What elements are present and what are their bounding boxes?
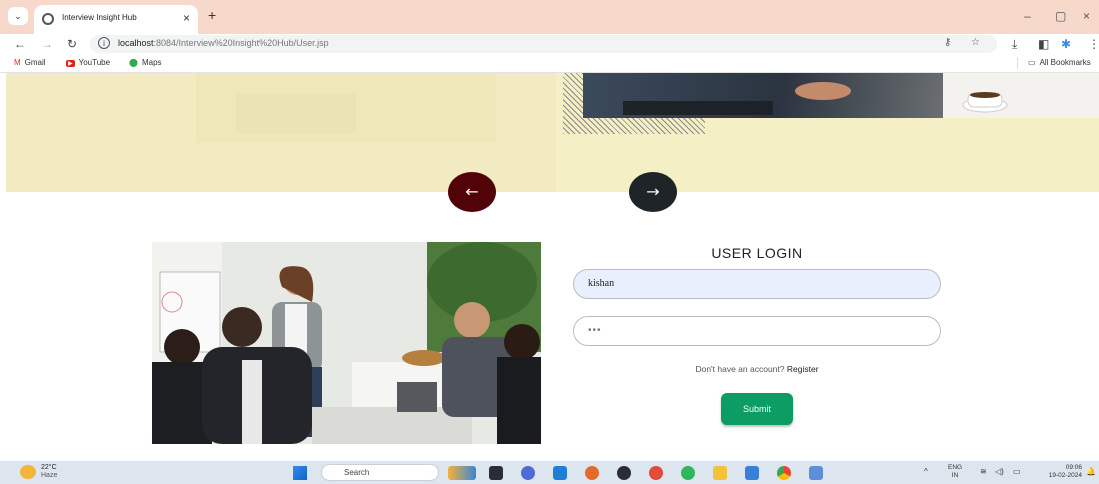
all-bookmarks[interactable]: ▭ All Bookmarks <box>1028 58 1091 67</box>
address-bar[interactable]: i localhost:8084/Interview%20Insight%20H… <box>90 35 997 53</box>
start-button[interactable] <box>293 466 307 480</box>
submit-button[interactable]: Submit <box>721 393 793 425</box>
back-icon[interactable]: ← <box>14 37 26 51</box>
app-icon-green[interactable] <box>681 466 695 480</box>
bookmark-gmail[interactable]: M Gmail <box>14 58 46 67</box>
tab-search-chevron-icon[interactable]: ⌄ <box>8 7 28 25</box>
tab-title: Interview Insight Hub <box>62 13 137 22</box>
restore-icon[interactable]: ▢ <box>1055 9 1066 23</box>
browser-tab-strip: ⌄ Interview Insight Hub × + – ▢ × <box>0 0 1099 34</box>
carousel-prev-button[interactable]: ← <box>448 172 496 212</box>
app-icon-tools[interactable] <box>809 466 823 480</box>
bookmark-divider <box>1017 57 1018 69</box>
gmail-icon: M <box>14 58 21 67</box>
browser-tab[interactable]: Interview Insight Hub × <box>34 5 198 34</box>
url-text[interactable]: localhost:8084/Interview%20Insight%20Hub… <box>118 38 329 48</box>
bookmark-youtube[interactable]: ▶ YouTube <box>66 58 110 67</box>
app-icon-media[interactable] <box>617 466 631 480</box>
show-hidden-icons[interactable]: ^ <box>924 467 928 476</box>
window-close-icon[interactable]: × <box>1083 9 1090 23</box>
minimize-icon[interactable]: – <box>1024 9 1031 23</box>
extension-icon[interactable]: ✱ <box>1061 37 1071 51</box>
reload-icon[interactable]: ↻ <box>67 37 77 51</box>
new-tab-button[interactable]: + <box>208 7 216 23</box>
taskbar-search[interactable]: Search <box>321 464 439 481</box>
password-input[interactable]: ••• <box>573 316 941 346</box>
windows-taskbar: 22°CHaze ⌕ Search ^ ENGIN ≋ ◁) ▭ 09:0619… <box>0 461 1099 484</box>
browser-toolbar: ← → ↻ i localhost:8084/Interview%20Insig… <box>0 34 1099 54</box>
notification-bell-icon[interactable]: 🔔 <box>1086 467 1096 476</box>
task-view-icon[interactable] <box>489 466 503 480</box>
maps-icon: ⬤ <box>129 58 138 67</box>
globe-icon <box>42 13 54 25</box>
page-content: ← → USER LOGIN kishan ••• Don't have an … <box>0 73 1099 461</box>
bookmark-star-icon[interactable]: ☆ <box>971 37 980 48</box>
bookmarks-bar: M Gmail ▶ YouTube ⬤ Maps ▭ All Bookmarks <box>0 54 1099 73</box>
bookmark-maps[interactable]: ⬤ Maps <box>129 58 162 67</box>
register-prompt: Don't have an account? Register <box>695 364 819 374</box>
widgets-app-icon[interactable] <box>448 466 476 480</box>
menu-icon[interactable]: ⋮ <box>1088 37 1099 51</box>
app-icon-search[interactable] <box>585 466 599 480</box>
chat-app-icon[interactable] <box>521 466 535 480</box>
login-title: USER LOGIN <box>711 245 803 261</box>
app-icon-opera[interactable] <box>649 466 663 480</box>
username-input[interactable]: kishan <box>573 269 941 299</box>
store-app-icon[interactable] <box>745 466 759 480</box>
folder-icon: ▭ <box>1028 58 1036 67</box>
weather-widget[interactable]: 22°C Haze <box>41 464 57 480</box>
battery-icon[interactable]: ▭ <box>1013 467 1021 476</box>
download-icon[interactable]: ⤓ <box>1012 37 1017 52</box>
volume-icon[interactable]: ◁) <box>995 467 1004 476</box>
chrome-app-icon[interactable] <box>777 466 791 480</box>
hero-photo <box>583 73 1099 118</box>
clock[interactable]: 09:06 19-02-2024 <box>1034 464 1082 480</box>
file-explorer-icon[interactable] <box>713 466 727 480</box>
forward-icon[interactable]: → <box>41 37 53 51</box>
side-panel-icon[interactable]: ◧ <box>1038 37 1049 51</box>
carousel-next-button[interactable]: → <box>629 172 677 212</box>
site-info-icon[interactable]: i <box>98 37 110 49</box>
weather-icon[interactable] <box>20 465 36 479</box>
wifi-icon[interactable]: ≋ <box>980 467 987 476</box>
edge-app-icon[interactable] <box>553 466 567 480</box>
register-link[interactable]: Register <box>787 364 819 374</box>
meeting-photo <box>152 242 541 444</box>
youtube-icon: ▶ <box>66 60 75 67</box>
language-indicator[interactable]: ENG IN <box>948 464 962 480</box>
tab-close-icon[interactable]: × <box>183 11 190 25</box>
password-key-icon[interactable]: ⚷ <box>944 37 951 48</box>
